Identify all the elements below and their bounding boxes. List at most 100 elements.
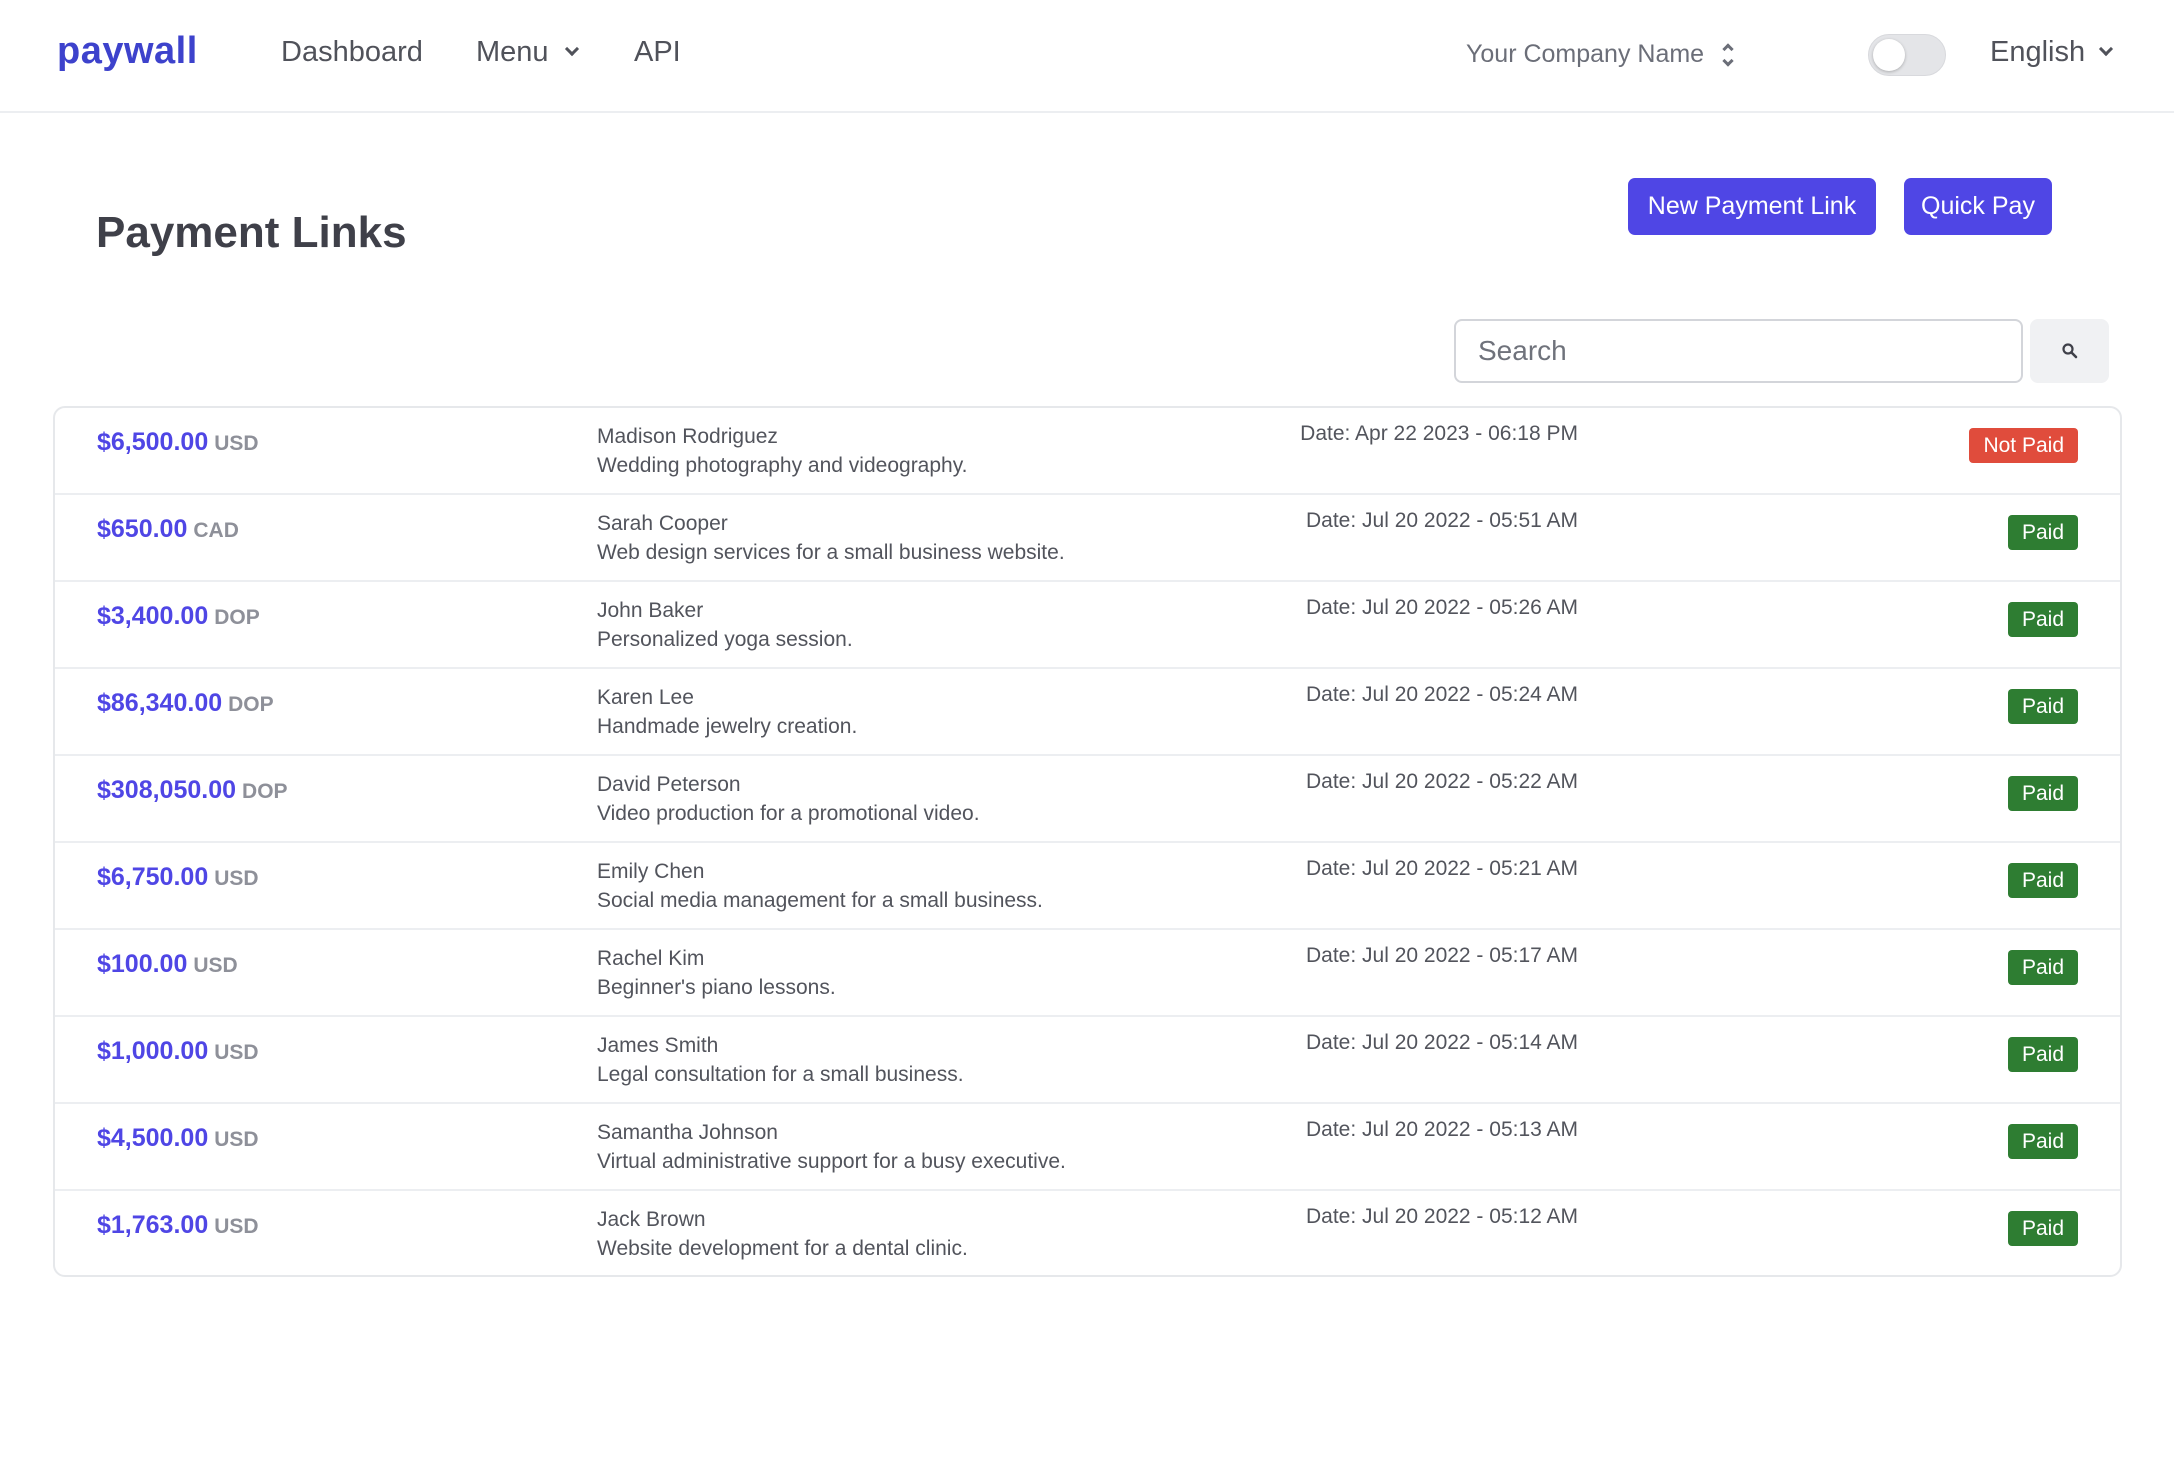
status-badge: Paid xyxy=(2007,1124,2078,1159)
payment-date: Date: Jul 20 2022 - 05:51 AM xyxy=(1305,509,1578,532)
amount-value: $6,750.00 xyxy=(97,863,209,891)
payment-link-row[interactable]: $4,500.00 USD Samantha Johnson Virtual admi… xyxy=(55,1104,2120,1191)
brand-logo[interactable]: paywall xyxy=(57,30,198,73)
customer-name: Rachel Kim xyxy=(597,947,705,970)
customer-name: Madison Rodriguez xyxy=(597,425,778,448)
payment-amount[interactable]: $6,500.00 USD xyxy=(97,428,259,457)
amount-value: $308,050.00 xyxy=(97,776,237,804)
customer-name: Sarah Cooper xyxy=(597,512,728,535)
payment-links-list: $6,500.00 USD Madison Rodriguez Wedding pho… xyxy=(53,406,2122,1277)
status-badge: Paid xyxy=(2007,950,2078,985)
currency-code: DOP xyxy=(242,780,288,803)
amount-value: $1,000.00 xyxy=(97,1037,209,1065)
payment-link-row[interactable]: $6,500.00 USD Madison Rodriguez Wedding pho… xyxy=(55,408,2120,495)
quick-pay-button[interactable]: Quick Pay xyxy=(1904,178,2052,235)
payment-amount[interactable]: $3,400.00 DOP xyxy=(97,602,260,631)
new-payment-link-button[interactable]: New Payment Link xyxy=(1628,178,1876,235)
payment-date: Date: Jul 20 2022 - 05:17 AM xyxy=(1305,944,1578,967)
payment-amount[interactable]: $1,763.00 USD xyxy=(97,1211,259,1240)
amount-value: $86,340.00 xyxy=(97,689,223,717)
company-selector[interactable]: Your Company Name xyxy=(1466,40,1734,69)
customer-info: James Smith Legal consultation for a smal… xyxy=(597,1031,964,1089)
customer-info: Sarah Cooper Web design services for a sm… xyxy=(597,509,1065,567)
payment-date: Date: Jul 20 2022 - 05:26 AM xyxy=(1305,596,1578,619)
toggle-knob xyxy=(1873,39,1905,71)
payment-amount[interactable]: $1,000.00 USD xyxy=(97,1037,259,1066)
payment-description: Handmade jewelry creation. xyxy=(597,715,858,738)
theme-toggle[interactable] xyxy=(1868,34,1946,76)
payment-date: Date: Jul 20 2022 - 05:22 AM xyxy=(1305,770,1578,793)
status-badge: Paid xyxy=(2007,515,2078,550)
payment-description: Web design services for a small business… xyxy=(597,541,1065,564)
customer-name: John Baker xyxy=(597,599,704,622)
language-selector[interactable]: English xyxy=(1990,36,2114,69)
payment-description: Legal consultation for a small business. xyxy=(597,1063,964,1086)
payment-link-row[interactable]: $1,763.00 USD Jack Brown Website developmen… xyxy=(55,1191,2120,1275)
amount-value: $100.00 xyxy=(97,950,188,978)
currency-code: DOP xyxy=(228,693,274,716)
payment-link-row[interactable]: $308,050.00 DOP David Peterson Video produc… xyxy=(55,756,2120,843)
payment-description: Wedding photography and videography. xyxy=(597,454,968,477)
customer-info: Emily Chen Social media management for a … xyxy=(597,857,1043,915)
nav-menu-dropdown[interactable]: Menu xyxy=(476,36,579,69)
language-label: English xyxy=(1990,36,2086,68)
payment-description: Virtual administrative support for a bus… xyxy=(597,1150,1066,1173)
top-navbar: paywall Dashboard Menu API Your Company … xyxy=(0,0,2174,113)
currency-code: USD xyxy=(214,1215,259,1238)
payment-date: Date: Jul 20 2022 - 05:14 AM xyxy=(1305,1031,1578,1054)
chevron-up-down-icon xyxy=(1722,42,1734,67)
payment-link-row[interactable]: $86,340.00 DOP Karen Lee Handmade jewelry c… xyxy=(55,669,2120,756)
customer-name: James Smith xyxy=(597,1034,719,1057)
chevron-down-icon xyxy=(2099,41,2114,56)
nav-api-link[interactable]: API xyxy=(634,36,681,69)
customer-info: David Peterson Video production for a pro… xyxy=(597,770,980,828)
status-badge: Paid xyxy=(2007,602,2078,637)
customer-info: Rachel Kim Beginner's piano lessons. xyxy=(597,944,836,1002)
amount-value: $650.00 xyxy=(97,515,188,543)
customer-name: Samantha Johnson xyxy=(597,1121,778,1144)
nav-dashboard-link[interactable]: Dashboard xyxy=(281,36,423,69)
customer-info: Madison Rodriguez Wedding photography and… xyxy=(597,422,968,480)
company-name: Your Company Name xyxy=(1466,40,1705,68)
payment-amount[interactable]: $308,050.00 DOP xyxy=(97,776,288,805)
currency-code: DOP xyxy=(214,606,260,629)
currency-code: USD xyxy=(214,867,259,890)
payment-amount[interactable]: $86,340.00 DOP xyxy=(97,689,274,718)
amount-value: $1,763.00 xyxy=(97,1211,209,1239)
search-input[interactable] xyxy=(1454,319,2023,383)
currency-code: CAD xyxy=(193,519,239,542)
nav-api-label: API xyxy=(634,36,681,68)
payment-amount[interactable]: $100.00 USD xyxy=(97,950,238,979)
nav-menu-label: Menu xyxy=(476,36,549,68)
payment-amount[interactable]: $6,750.00 USD xyxy=(97,863,259,892)
payment-date: Date: Jul 20 2022 - 05:24 AM xyxy=(1305,683,1578,706)
payment-description: Video production for a promotional video… xyxy=(597,802,980,825)
payment-date: Date: Apr 22 2023 - 06:18 PM xyxy=(1300,422,1578,445)
amount-value: $6,500.00 xyxy=(97,428,209,456)
customer-name: David Peterson xyxy=(597,773,741,796)
payment-amount[interactable]: $4,500.00 USD xyxy=(97,1124,259,1153)
status-badge: Paid xyxy=(2007,776,2078,811)
chevron-down-icon xyxy=(564,41,579,56)
currency-code: USD xyxy=(214,432,259,455)
customer-info: Karen Lee Handmade jewelry creation. xyxy=(597,683,857,741)
payment-description: Personalized yoga session. xyxy=(597,628,853,651)
payment-link-row[interactable]: $1,000.00 USD James Smith Legal consultatio… xyxy=(55,1017,2120,1104)
payment-amount[interactable]: $650.00 CAD xyxy=(97,515,239,544)
amount-value: $3,400.00 xyxy=(97,602,209,630)
payment-date: Date: Jul 20 2022 - 05:12 AM xyxy=(1305,1205,1578,1228)
status-badge: Paid xyxy=(2007,863,2078,898)
payment-link-row[interactable]: $100.00 USD Rachel Kim Beginner's piano les… xyxy=(55,930,2120,1017)
customer-name: Emily Chen xyxy=(597,860,705,883)
payment-link-row[interactable]: $6,750.00 USD Emily Chen Social media manag… xyxy=(55,843,2120,930)
customer-info: John Baker Personalized yoga session. xyxy=(597,596,853,654)
payment-description: Beginner's piano lessons. xyxy=(597,976,836,999)
search-icon xyxy=(2061,343,2077,359)
status-badge: Paid xyxy=(2007,1037,2078,1072)
status-badge: Paid xyxy=(2007,1211,2078,1246)
payment-description: Website development for a dental clinic. xyxy=(597,1237,968,1260)
customer-info: Samantha Johnson Virtual administrative s… xyxy=(597,1118,1066,1176)
payment-link-row[interactable]: $650.00 CAD Sarah Cooper Web design service… xyxy=(55,495,2120,582)
search-button[interactable] xyxy=(2030,319,2109,383)
payment-link-row[interactable]: $3,400.00 DOP John Baker Personalized yoga … xyxy=(55,582,2120,669)
